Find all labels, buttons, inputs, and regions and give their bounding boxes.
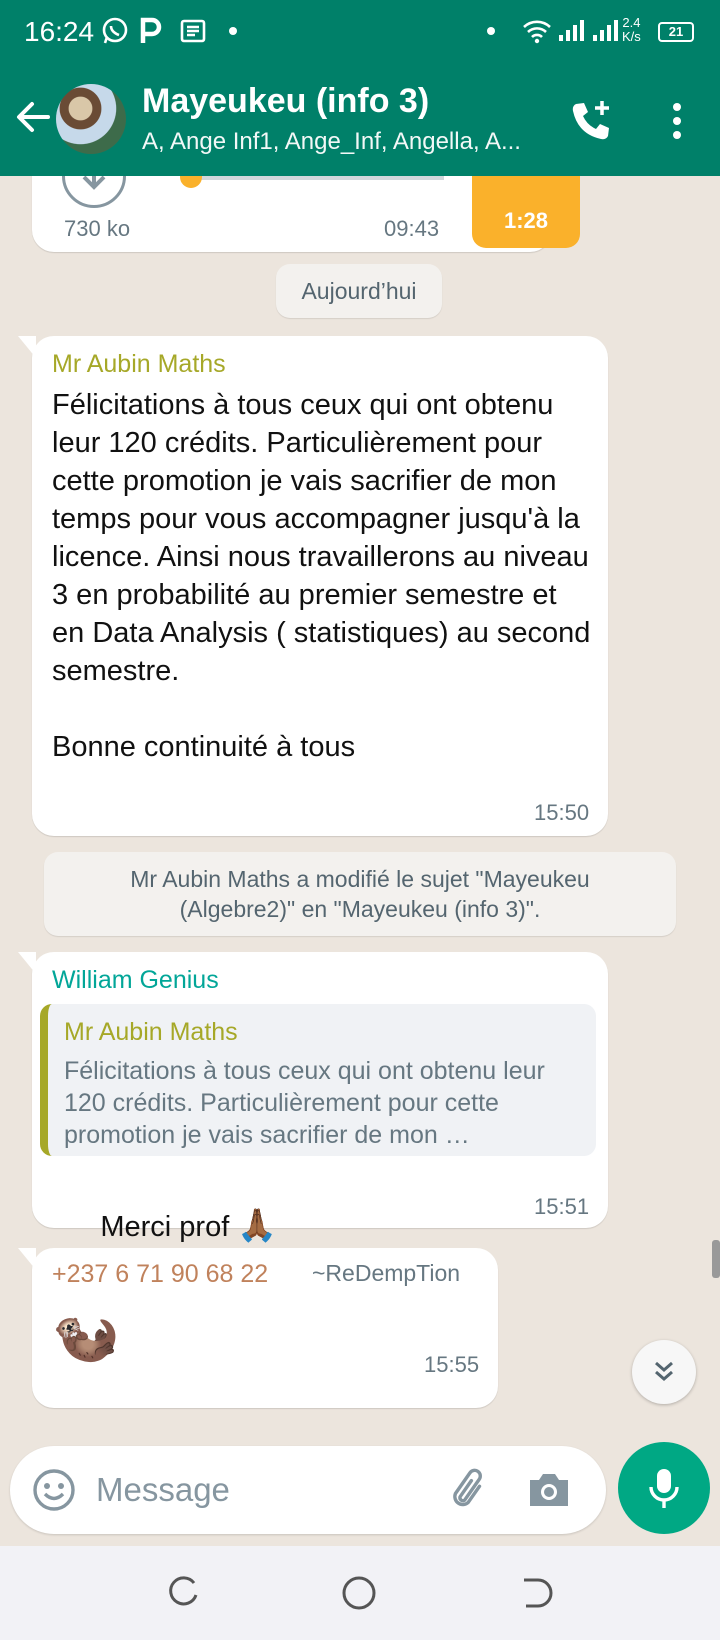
chat-participants[interactable]: A, Ange Inf1, Ange_Inf, Angella, A... [142,128,542,156]
home-icon[interactable] [336,1570,382,1616]
audio-thumbnail[interactable]: 1:28 [472,176,580,248]
sender-push-name: ~ReDempTion [312,1260,461,1286]
news-icon [178,16,208,46]
quoted-sender: Mr Aubin Maths [64,1018,238,1046]
wifi-icon [520,16,554,46]
message-bubble[interactable]: +237 6 71 90 68 22 ~ReDempTion 🦦 15:55 [18,1248,498,1408]
audio-progress-handle[interactable] [180,176,202,188]
audio-message[interactable]: 730 ko 09:43 1:28 [32,176,580,252]
top-bar: 16:24 2.4 K/s 21 Mayeukeu (info 3) A, An… [0,0,720,176]
message-bubble[interactable]: William Genius Mr Aubin Maths Félicitati… [18,952,608,1243]
double-chevron-down-icon [655,1361,673,1381]
audio-progress-track[interactable] [188,176,444,180]
dot-icon [218,16,248,46]
system-message-text: Mr Aubin Maths a modifié le sujet "Mayeu… [130,866,590,922]
download-icon[interactable] [62,176,126,208]
message-text: Félicitations à tous ceux qui ont obtenu… [52,389,591,763]
bubble-tail [18,1248,36,1270]
chat-title[interactable]: Mayeukeu (info 3) [142,82,429,121]
status-bar: 16:24 2.4 K/s 21 [0,0,720,66]
speed-value: 2.4 [622,15,641,30]
emoji-icon[interactable] [30,1466,78,1514]
message-time: 15:51 [534,1194,590,1219]
recents-icon[interactable] [160,1570,206,1616]
mic-button[interactable] [618,1442,710,1534]
speed-unit: K/s [622,29,641,44]
add-call-icon[interactable] [568,98,614,144]
audio-size: 730 ko [64,216,131,241]
date-separator: Aujourd’hui [276,264,442,318]
system-message: Mr Aubin Maths a modifié le sujet "Mayeu… [44,852,676,936]
more-vert-icon[interactable] [662,98,692,144]
bubble-tail [18,336,36,358]
signal-icon [556,16,586,46]
praying-hands-emoji: 🙏🏾 [237,1207,278,1243]
quoted-text: Félicitations à tous ceux qui ont obtenu… [64,1057,545,1149]
message-input[interactable] [96,1464,406,1516]
message-sender[interactable]: +237 6 71 90 68 22 [52,1260,268,1289]
message-sender[interactable]: Mr Aubin Maths [52,350,226,379]
status-time: 16:24 [24,16,95,47]
battery-icon: 21 [658,22,694,42]
message-bubble[interactable]: Mr Aubin Maths Félicitations à tous ceux… [18,336,608,836]
parking-icon [136,16,166,46]
app-bar: Mayeukeu (info 3) A, Ange Inf1, Ange_Inf… [0,72,720,176]
back-arrow-icon[interactable] [12,96,54,138]
audio-duration: 1:28 [503,208,549,233]
scroll-to-bottom-button[interactable] [632,1340,696,1404]
scrollbar-thumb[interactable] [712,1240,720,1278]
attach-icon[interactable] [446,1466,494,1514]
otter-sticker[interactable]: 🦦 [52,1304,119,1368]
message-composer [10,1446,606,1534]
network-speed: 2.4 K/s [622,16,641,44]
message-text: Merci prof [100,1211,238,1243]
battery-level: 21 [668,24,684,39]
mic-icon [649,1469,679,1508]
signal-icon [590,16,620,46]
bubble-tail [18,952,36,974]
group-avatar[interactable] [56,84,126,154]
message-sender[interactable]: William Genius [52,966,219,995]
message-time: 15:50 [534,800,590,825]
whatsapp-icon [100,16,130,46]
system-nav-bar [0,1546,720,1640]
message-time: 09:43 [384,216,440,241]
quoted-message[interactable]: Mr Aubin Maths Félicitations à tous ceux… [40,1004,596,1156]
back-icon[interactable] [512,1570,558,1616]
dot-icon [476,16,506,46]
message-time: 15:55 [424,1352,480,1377]
chat-area[interactable]: 730 ko 09:43 1:28 Aujourd’hui Mr Aubin M… [0,176,720,1436]
camera-icon[interactable] [524,1466,574,1514]
